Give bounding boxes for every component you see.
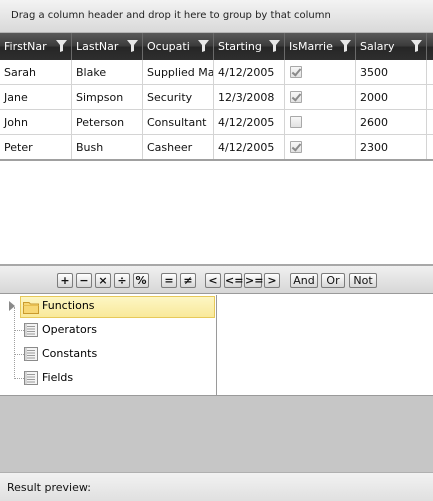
cell-firstname[interactable]: Jane <box>0 85 72 110</box>
tree-item-functions[interactable]: Functions <box>20 296 215 318</box>
cell-lastname[interactable]: Bush <box>72 135 143 160</box>
expression-editor-area[interactable] <box>0 396 433 472</box>
column-header-starting[interactable]: Starting <box>214 33 285 60</box>
not-button[interactable]: Not <box>349 273 377 288</box>
cell-occupation[interactable]: Casheer <box>143 135 214 160</box>
expression-items-pane <box>218 295 433 395</box>
less-than-button[interactable]: < <box>205 273 221 288</box>
plus-button[interactable]: + <box>57 273 73 288</box>
cell-starting[interactable]: 4/12/2005 <box>214 60 285 85</box>
cell-occupation[interactable]: Security <box>143 85 214 110</box>
and-button[interactable]: And <box>290 273 318 288</box>
less-equal-button[interactable]: <= <box>224 273 243 288</box>
tree-item-operators[interactable]: Operators <box>10 320 210 340</box>
percent-button[interactable]: % <box>133 273 149 288</box>
result-preview-label: Result preview: <box>7 481 91 494</box>
folder-icon <box>23 302 39 314</box>
or-button[interactable]: Or <box>321 273 345 288</box>
cell-ismarried[interactable] <box>285 85 356 110</box>
cell-occupation[interactable]: Supplied Ma <box>143 60 214 85</box>
greater-equal-button[interactable]: >= <box>244 273 263 288</box>
cell-firstname[interactable]: Sarah <box>0 60 72 85</box>
cell-salary[interactable]: 2600 <box>356 110 427 135</box>
cell-salary[interactable]: 2300 <box>356 135 427 160</box>
filter-icon[interactable] <box>198 40 209 52</box>
married-checkbox[interactable] <box>290 141 302 153</box>
married-checkbox[interactable] <box>290 66 302 78</box>
column-header-firstname[interactable]: FirstNar <box>0 33 72 60</box>
cell-lastname[interactable]: Peterson <box>72 110 143 135</box>
column-header-lastname[interactable]: LastNar <box>72 33 143 60</box>
cell-occupation[interactable]: Consultant <box>143 110 214 135</box>
cell-starting[interactable]: 4/12/2005 <box>214 110 285 135</box>
tree-item-fields[interactable]: Fields <box>10 368 210 388</box>
list-icon <box>24 371 38 385</box>
cell-salary[interactable]: 3500 <box>356 60 427 85</box>
filter-icon[interactable] <box>340 40 351 52</box>
table-row[interactable]: Jane Simpson Security 12/3/2008 2000 <box>0 85 433 110</box>
table-row[interactable]: John Peterson Consultant 4/12/2005 2600 <box>0 110 433 135</box>
list-icon <box>24 347 38 361</box>
cell-ismarried[interactable] <box>285 135 356 160</box>
multiply-button[interactable]: × <box>95 273 111 288</box>
cell-starting[interactable]: 4/12/2005 <box>214 135 285 160</box>
equals-button[interactable]: = <box>161 273 177 288</box>
result-preview-bar: Result preview: <box>0 472 433 501</box>
column-header-filler <box>427 33 433 60</box>
grid-bottom-border <box>0 159 433 161</box>
divide-button[interactable]: ÷ <box>114 273 130 288</box>
expression-category-tree: Functions Operators Constants Fields <box>0 295 217 395</box>
table-row[interactable]: Peter Bush Casheer 4/12/2005 2300 <box>0 135 433 160</box>
expression-toolbar: + − × ÷ % = ≠ < <= >= > And Or Not <box>0 266 433 294</box>
table-row[interactable]: Sarah Blake Supplied Ma 4/12/2005 3500 <box>0 60 433 85</box>
married-checkbox[interactable] <box>290 116 302 128</box>
cell-firstname[interactable]: Peter <box>0 135 72 160</box>
cell-lastname[interactable]: Simpson <box>72 85 143 110</box>
cell-salary[interactable]: 2000 <box>356 85 427 110</box>
filter-icon[interactable] <box>127 40 138 52</box>
grid-header: FirstNar LastNar Ocupati Starting IsMarr… <box>0 33 433 60</box>
group-by-hint: Drag a column header and drop it here to… <box>11 10 331 21</box>
filter-icon[interactable] <box>56 40 67 52</box>
grid-body: Sarah Blake Supplied Ma 4/12/2005 3500 J… <box>0 60 433 160</box>
cell-lastname[interactable]: Blake <box>72 60 143 85</box>
cell-ismarried[interactable] <box>285 60 356 85</box>
column-header-ismarried[interactable]: IsMarrie <box>285 33 356 60</box>
filter-icon[interactable] <box>411 40 422 52</box>
not-equals-button[interactable]: ≠ <box>180 273 196 288</box>
minus-button[interactable]: − <box>76 273 92 288</box>
greater-than-button[interactable]: > <box>264 273 280 288</box>
cell-ismarried[interactable] <box>285 110 356 135</box>
expand-arrow-icon[interactable] <box>9 301 15 311</box>
filter-icon[interactable] <box>269 40 280 52</box>
group-by-panel[interactable]: Drag a column header and drop it here to… <box>0 0 433 33</box>
column-header-occupation[interactable]: Ocupati <box>143 33 214 60</box>
cell-starting[interactable]: 12/3/2008 <box>214 85 285 110</box>
list-icon <box>24 323 38 337</box>
tree-item-constants[interactable]: Constants <box>10 344 210 364</box>
married-checkbox[interactable] <box>290 91 302 103</box>
column-header-salary[interactable]: Salary <box>356 33 427 60</box>
cell-firstname[interactable]: John <box>0 110 72 135</box>
